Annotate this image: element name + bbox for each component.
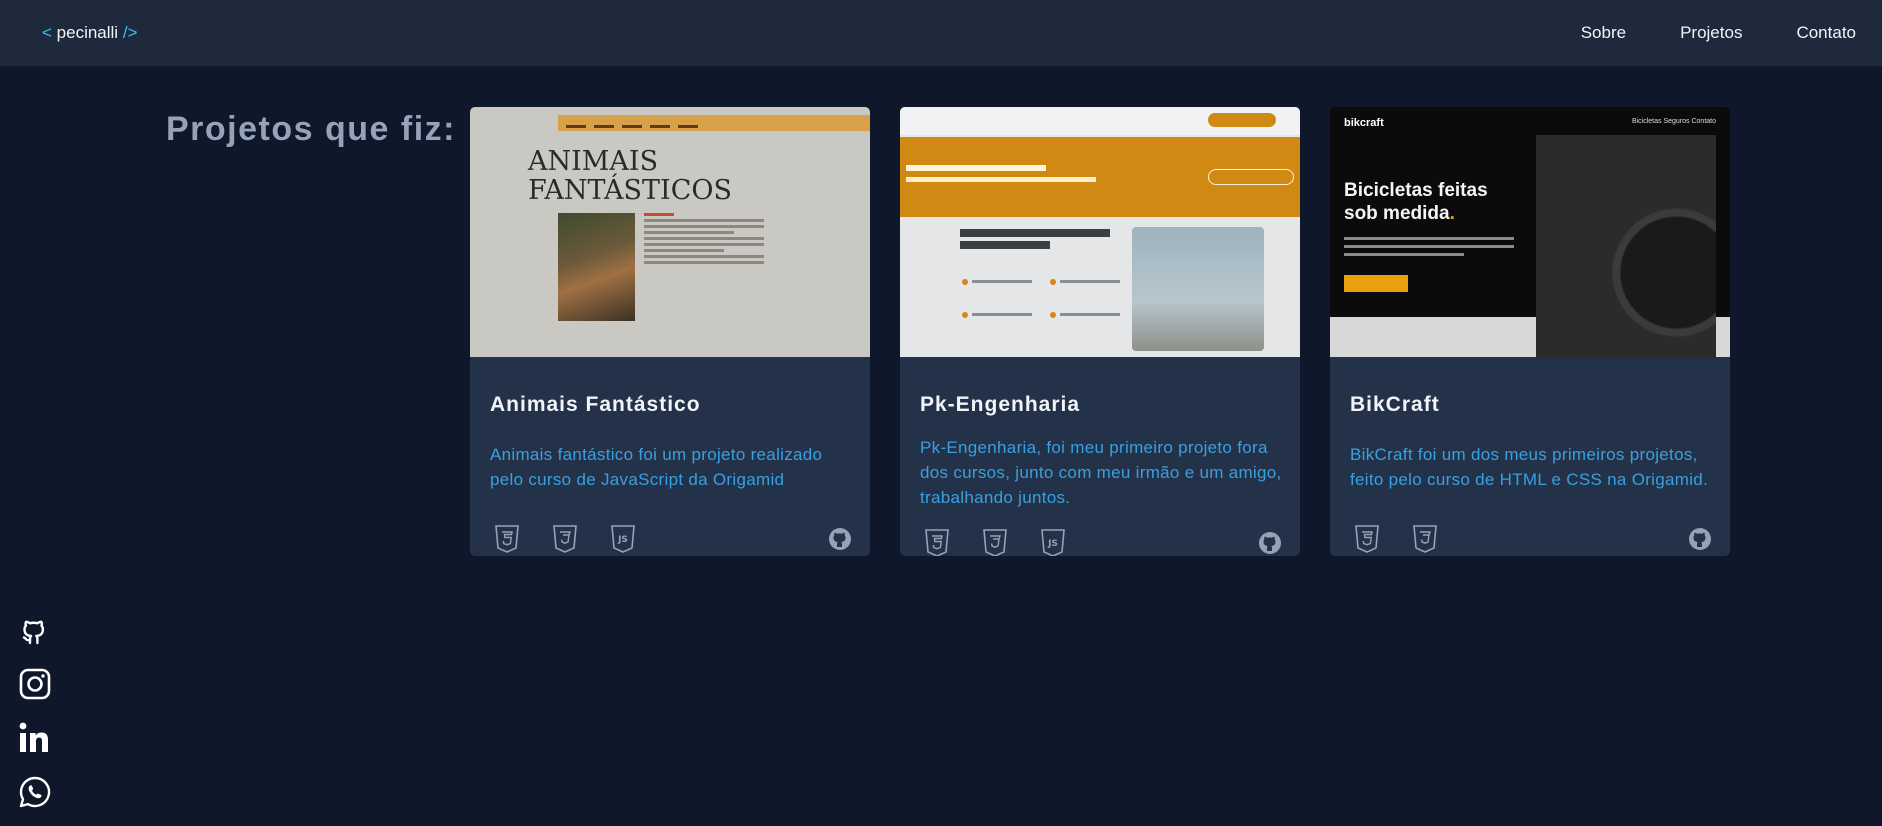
site-logo[interactable]: < pecinalli /> <box>42 23 137 43</box>
project-thumbnail-animais[interactable]: ANIMAIS FANTÁSTICOS <box>470 107 870 357</box>
project-description: Pk-Engenharia, foi meu primeiro projeto … <box>920 438 1282 507</box>
living-room-image <box>1132 227 1264 351</box>
thumbnail-menu: Bicicletas Seguros Contato <box>1631 118 1716 125</box>
thumbnail-cta <box>1344 275 1408 292</box>
thumbnail-text-lines <box>1344 237 1514 261</box>
github-repo-icon[interactable] <box>828 527 852 551</box>
nav-link-contato[interactable]: Contato <box>1796 23 1856 43</box>
thumbnail-header <box>900 107 1300 135</box>
thumbnail-hero: Bicicletas feitas sob medida. <box>1344 180 1488 224</box>
nav-link-projetos[interactable]: Projetos <box>1680 23 1742 43</box>
whatsapp-icon[interactable] <box>18 775 52 809</box>
github-repo-icon[interactable] <box>1258 531 1282 555</box>
css3-icon <box>1413 525 1437 553</box>
github-icon[interactable] <box>18 613 52 647</box>
thumbnail-navbar <box>558 115 870 131</box>
project-card-pk-engenharia[interactable]: Pk-Engenharia Pk-Engenharia, foi meu pri… <box>900 107 1300 556</box>
thumbnail-text-lines <box>644 213 764 267</box>
project-description: Animais fantástico foi um projeto realiz… <box>490 445 823 489</box>
project-thumbnail-bikcraft[interactable]: bikcraft Bicicletas Seguros Contato Bici… <box>1330 107 1730 357</box>
project-card-bikcraft[interactable]: bikcraft Bicicletas Seguros Contato Bici… <box>1330 107 1730 556</box>
project-description: BikCraft foi um dos meus primeiros proje… <box>1350 445 1709 489</box>
tech-list: JS <box>924 529 1066 556</box>
instagram-icon[interactable] <box>18 667 52 701</box>
html5-icon <box>925 529 949 556</box>
logo-bracket-open: < <box>42 23 52 42</box>
github-repo-icon[interactable] <box>1688 527 1712 551</box>
tech-list: JS <box>494 525 636 553</box>
thumbnail-heading: ANIMAIS FANTÁSTICOS <box>528 146 733 206</box>
top-navbar: < pecinalli /> Sobre Projetos Contato <box>0 0 1882 66</box>
html5-icon <box>495 525 519 553</box>
projects-section-title: Projetos que fiz: <box>166 110 456 148</box>
javascript-icon: JS <box>611 525 635 553</box>
project-thumbnail-pk-engenharia[interactable] <box>900 107 1300 357</box>
svg-text:JS: JS <box>617 535 628 545</box>
css3-icon <box>553 525 577 553</box>
javascript-icon: JS <box>1041 529 1065 556</box>
logo-name: pecinalli <box>51 23 123 42</box>
svg-text:JS: JS <box>1047 539 1058 549</box>
main-nav: Sobre Projetos Contato <box>1581 23 1856 43</box>
project-title: Pk-Engenharia <box>920 393 1081 416</box>
project-title: Animais Fantástico <box>490 393 701 416</box>
css3-icon <box>983 529 1007 556</box>
tech-list <box>1354 525 1438 553</box>
project-card-animais[interactable]: ANIMAIS FANTÁSTICOS Animais Fantástico A… <box>470 107 870 556</box>
nav-link-sobre[interactable]: Sobre <box>1581 23 1626 43</box>
thumbnail-brand: bikcraft <box>1344 117 1384 129</box>
bike-image <box>1536 135 1716 357</box>
linkedin-icon[interactable] <box>18 721 52 755</box>
logo-bracket-close: /> <box>122 23 138 42</box>
fox-image <box>558 213 635 321</box>
thumbnail-hero-text: Bicicletas feitas sob medida <box>1344 180 1488 224</box>
project-title: BikCraft <box>1350 393 1440 416</box>
html5-icon <box>1355 525 1379 553</box>
